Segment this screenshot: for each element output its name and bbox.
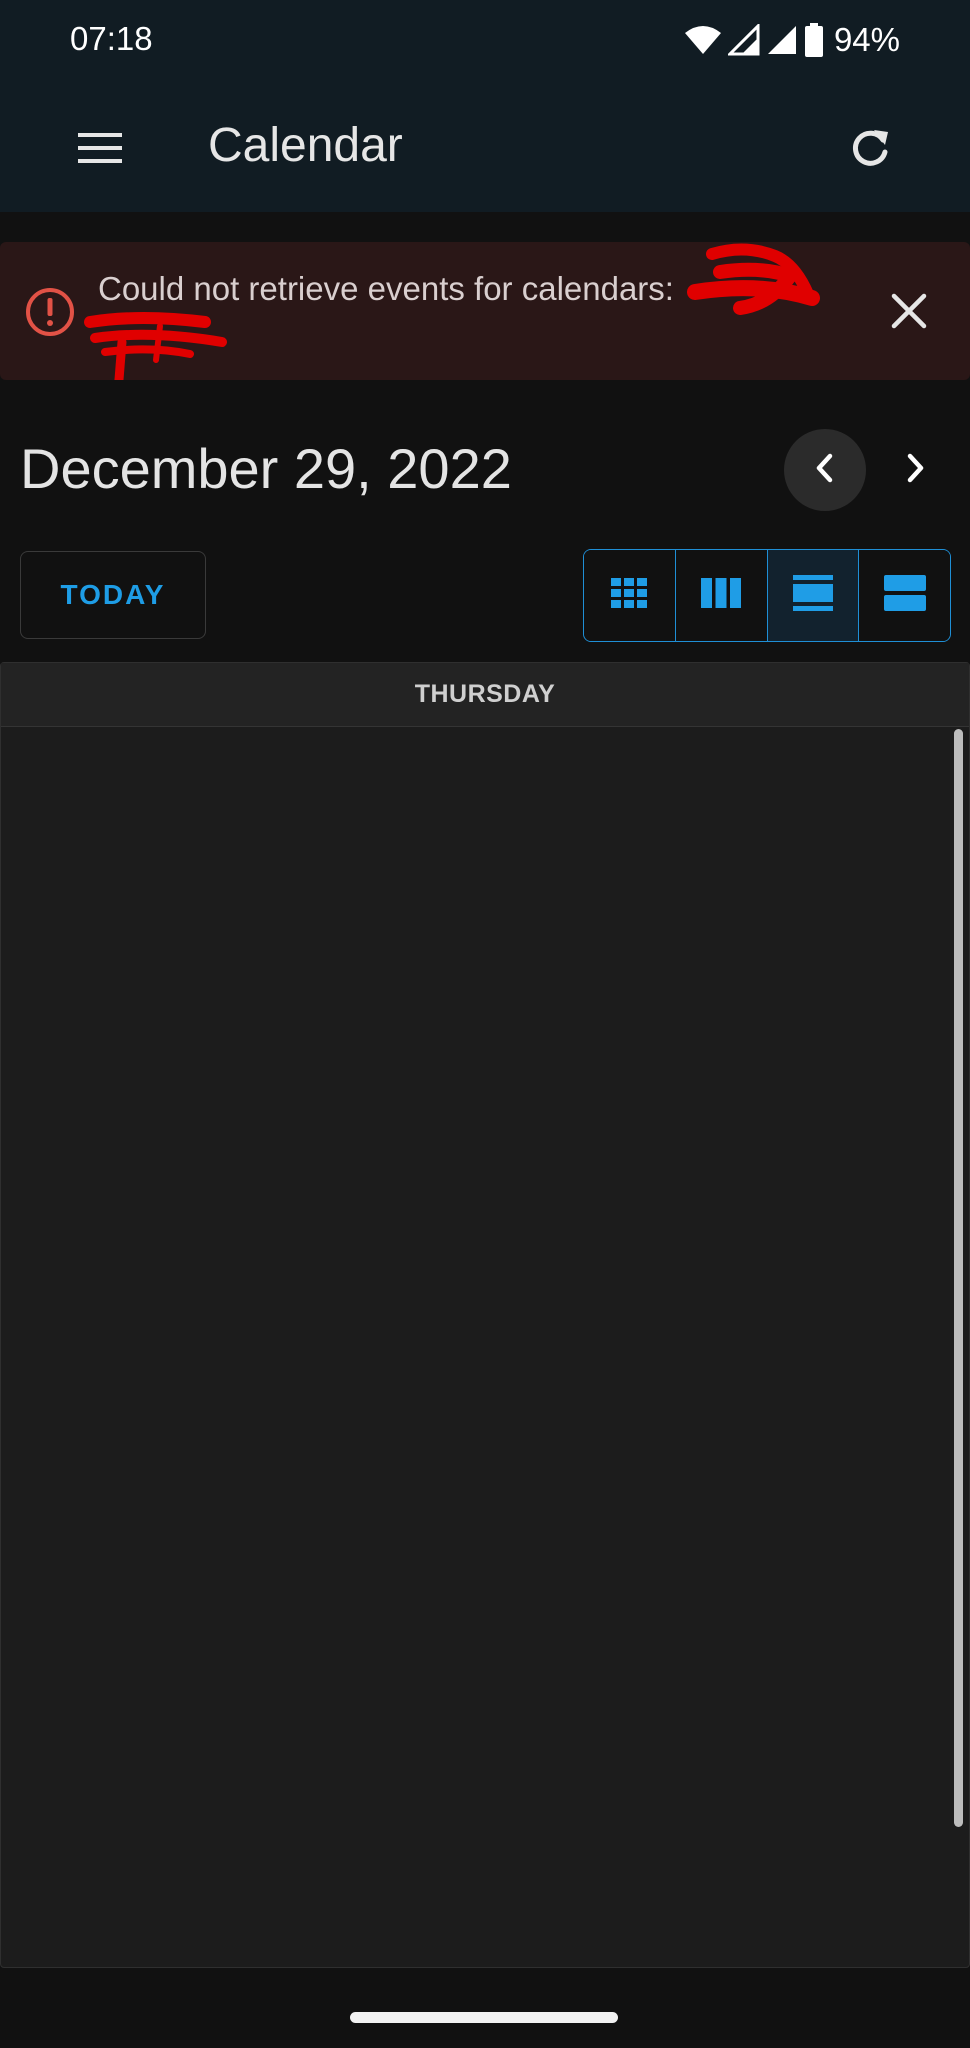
week-columns-icon <box>701 578 742 613</box>
alert-close-button[interactable] <box>882 286 936 340</box>
week-view-button[interactable] <box>675 550 768 641</box>
battery-percent: 94% <box>833 21 900 58</box>
month-grid-icon <box>611 578 648 613</box>
menu-button[interactable] <box>60 110 140 190</box>
error-alert: Could not retrieve events for calendars: <box>0 242 970 380</box>
menu-icon <box>76 130 124 171</box>
status-time: 07:18 <box>70 20 153 57</box>
battery-icon <box>804 23 824 57</box>
day-view-button[interactable] <box>767 550 860 641</box>
date-heading: December 29, 2022 <box>20 437 512 500</box>
app-bar: Calendar <box>0 80 970 212</box>
refresh-button[interactable] <box>830 110 910 190</box>
day-list-icon <box>792 575 833 616</box>
alert-message: Could not retrieve events for calendars: <box>98 270 674 307</box>
alert-circle-icon <box>24 286 76 343</box>
day-view: THURSDAY <box>0 662 970 1968</box>
list-view-button[interactable] <box>859 550 950 641</box>
status-bar: 07:18 94% <box>0 0 970 80</box>
screen: 07:18 94% Calendar Could not retrieve ev… <box>0 0 970 2048</box>
day-column-header: THURSDAY <box>1 663 969 727</box>
status-icons: 94% <box>684 20 900 60</box>
day-events-area[interactable] <box>1 727 969 1967</box>
view-switcher <box>583 549 951 642</box>
chevron-left-icon <box>813 453 837 488</box>
wifi-icon <box>684 25 722 55</box>
scrollbar[interactable] <box>954 729 963 1827</box>
refresh-icon <box>848 126 892 175</box>
previous-day-button[interactable] <box>784 429 866 511</box>
gesture-nav-handle[interactable] <box>350 2012 618 2023</box>
signal-icon <box>766 24 798 56</box>
list-rows-icon <box>883 575 926 616</box>
chevron-right-icon <box>903 453 927 488</box>
month-view-button[interactable] <box>584 550 676 641</box>
today-button[interactable]: TODAY <box>20 551 206 639</box>
app-title: Calendar <box>208 119 403 172</box>
signal-icon <box>727 24 760 56</box>
next-day-button[interactable] <box>874 429 956 511</box>
close-icon <box>891 293 927 334</box>
